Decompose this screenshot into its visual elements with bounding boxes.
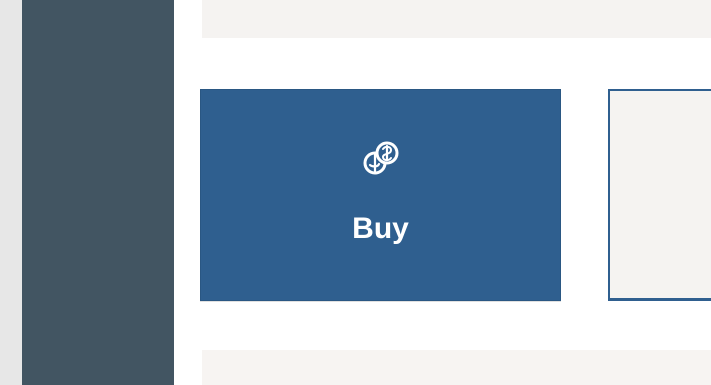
buy-button[interactable]: Buy <box>200 89 561 301</box>
partial-action-tile[interactable] <box>608 89 711 301</box>
sidebar <box>22 0 174 385</box>
main-content: Buy <box>174 0 711 385</box>
bottom-content-strip <box>202 350 711 385</box>
screen: Buy <box>0 0 711 385</box>
top-content-strip <box>202 0 711 38</box>
buy-button-label: Buy <box>352 212 409 245</box>
coins-icon <box>363 141 399 175</box>
left-gutter <box>0 0 22 385</box>
